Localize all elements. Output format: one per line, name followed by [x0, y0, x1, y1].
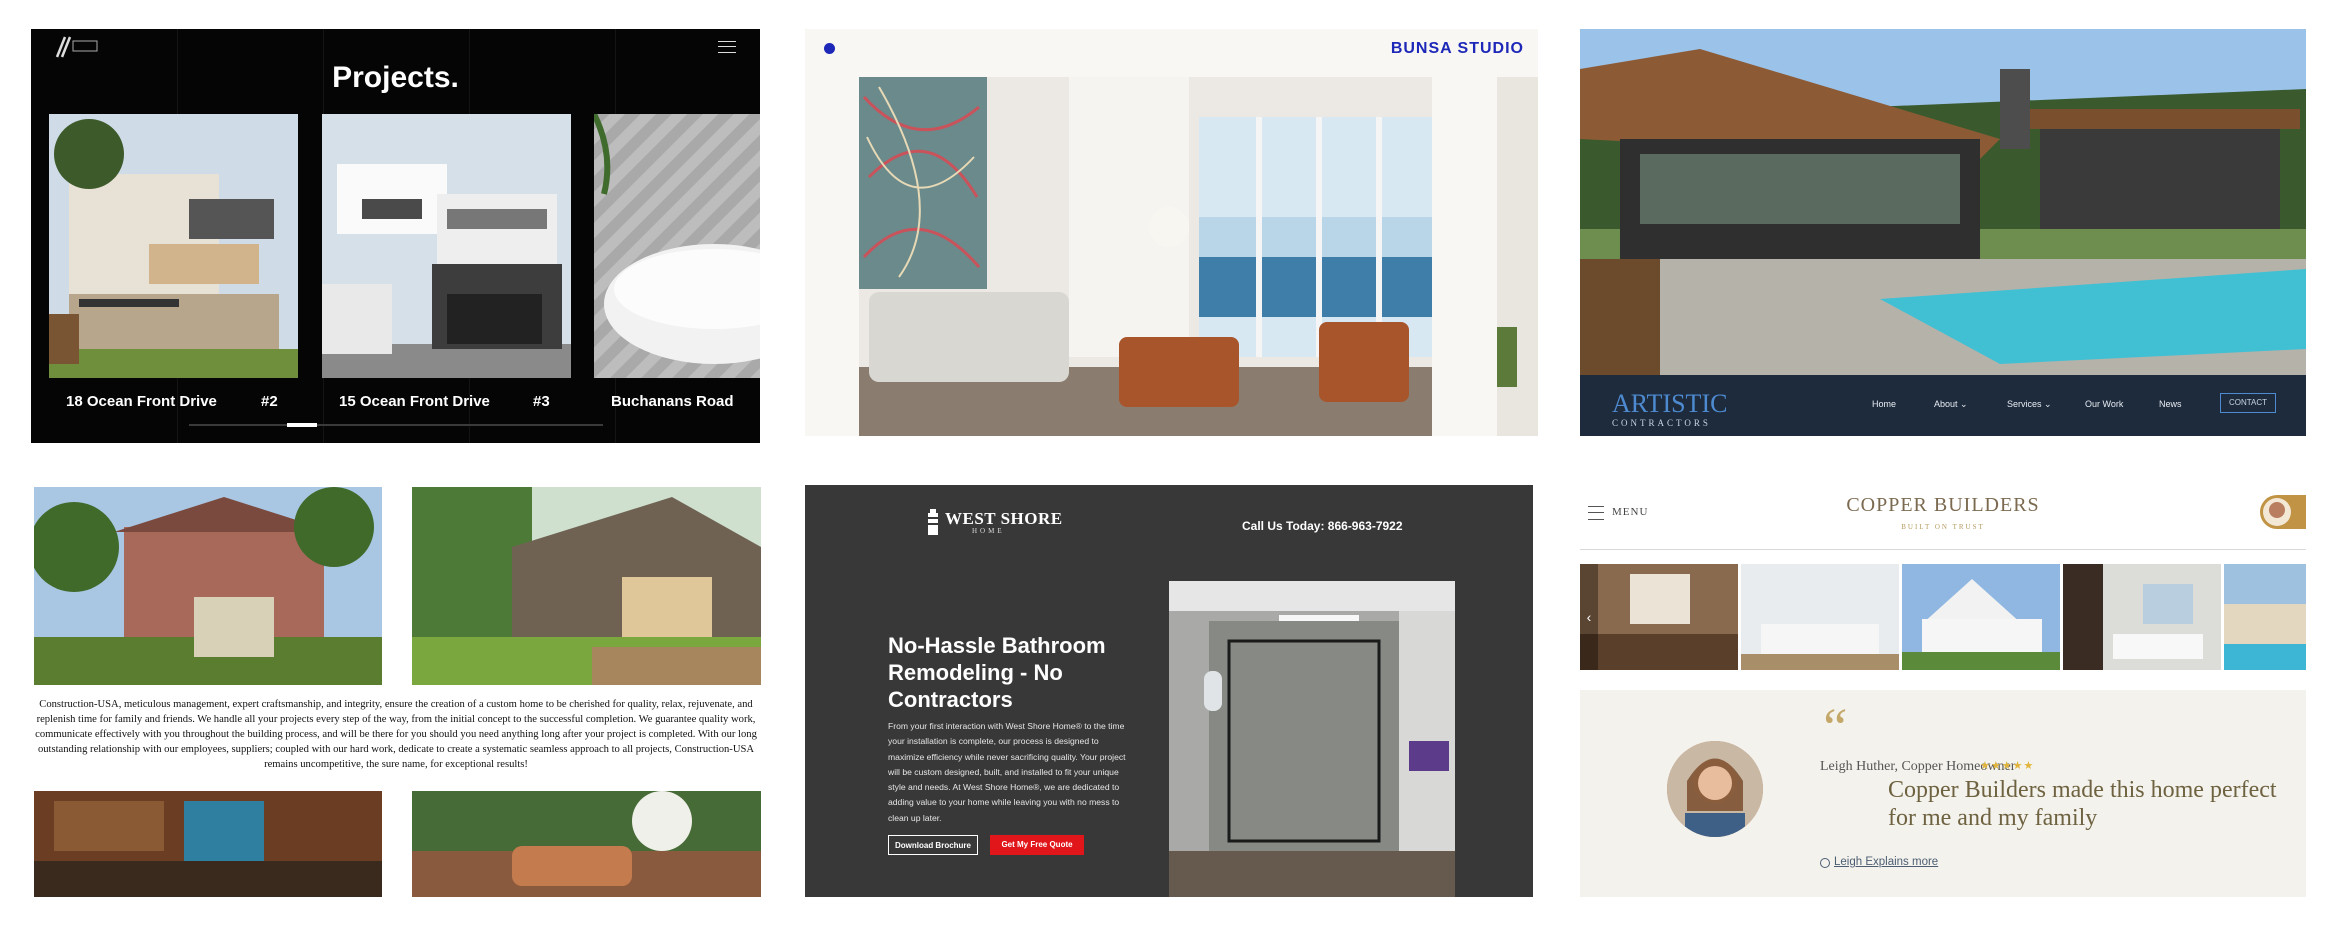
nav-home[interactable]: Home — [1872, 399, 1896, 409]
construction-panel: Construction-USA, meticulous management,… — [31, 487, 761, 897]
nav-services[interactable]: Services ⌄ — [2007, 399, 2052, 410]
shower-image — [1169, 581, 1455, 897]
quote-mark-icon: “ — [1818, 697, 1849, 757]
west-shore-logo-sub: HOME — [972, 527, 1005, 535]
gallery-image[interactable] — [2224, 564, 2306, 670]
intro-paragraph: Construction-USA, meticulous management,… — [35, 699, 757, 770]
project-card-image[interactable] — [594, 114, 760, 378]
nav-news[interactable]: News — [2159, 399, 2182, 409]
studio-panel: BUNSA STUDIO — [805, 29, 1538, 436]
project-card-image[interactable] — [322, 114, 571, 378]
projects-panel: Projects. 18 Ocean Front Drive #2 15 Oce… — [31, 29, 760, 443]
download-brochure-button[interactable]: Download Brochure — [888, 835, 978, 855]
project-number: #3 — [533, 393, 550, 410]
contractor-panel: ARTISTIC CONTRACTORS Home About ⌄ Servic… — [1580, 29, 2306, 436]
nav-our-work[interactable]: Our Work — [2085, 399, 2123, 409]
artistic-logo-sub: CONTRACTORS — [1612, 418, 1711, 428]
header-divider — [1580, 549, 2306, 550]
nav-about[interactable]: About ⌄ — [1934, 399, 1968, 410]
free-quote-button[interactable]: Get My Free Quote — [990, 835, 1084, 855]
artistic-logo[interactable]: ARTISTIC — [1612, 389, 1727, 419]
site-nav-bar: ARTISTIC CONTRACTORS Home About ⌄ Servic… — [1580, 375, 2306, 436]
villa-palm-image — [34, 487, 382, 685]
hero-headline: No-Hassle Bathroom Remodeling - No Contr… — [888, 633, 1106, 712]
garden-lounge-image — [412, 791, 761, 897]
gallery-image[interactable] — [1902, 564, 2060, 670]
project-caption[interactable]: 15 Ocean Front Drive — [339, 393, 490, 410]
stone-house-image — [412, 487, 761, 685]
avatar[interactable] — [2260, 495, 2306, 529]
rating-stars: ★★★★★ — [1980, 760, 2035, 772]
play-circle-icon[interactable] — [1820, 858, 1830, 868]
west-shore-panel: WEST SHORE HOME Call Us Today: 866-963-7… — [805, 485, 1533, 897]
west-shore-logo[interactable]: WEST SHORE — [945, 509, 1063, 529]
gallery-image[interactable] — [2063, 564, 2221, 670]
gallery-image[interactable] — [1580, 564, 1738, 670]
page-title: Projects. — [332, 61, 459, 94]
living-room-image — [859, 77, 1432, 436]
modern-house-hero-image — [1580, 29, 2306, 375]
copper-builders-panel: MENU COPPER BUILDERS BUILT ON TRUST ‹ “ — [1580, 484, 2306, 897]
hero-body: From your first interaction with West Sh… — [888, 721, 1126, 823]
carousel-scrollbar[interactable] — [189, 424, 603, 426]
menu-dot-icon[interactable] — [824, 43, 835, 54]
copper-builders-logo[interactable]: COPPER BUILDERS — [1580, 494, 2306, 517]
gallery-next-image[interactable] — [1497, 77, 1538, 436]
gallery-prev-arrow-icon[interactable]: ‹ — [1580, 564, 1598, 670]
lighthouse-icon — [928, 509, 938, 535]
jdg-logo-icon[interactable] — [55, 35, 99, 59]
project-number: #2 — [261, 393, 278, 410]
phone-cta[interactable]: Call Us Today: 866-963-7922 — [1242, 519, 1403, 533]
gallery-image[interactable] — [1741, 564, 1899, 670]
testimonial-quote: Copper Builders made this home perfect f… — [1888, 777, 2277, 831]
contact-button[interactable]: CONTACT — [2220, 393, 2276, 413]
project-card-image[interactable] — [49, 114, 298, 378]
kitchen-bar-image — [34, 791, 382, 897]
testimonial-avatar — [1667, 741, 1763, 837]
carousel-scrollbar-thumb[interactable] — [287, 423, 317, 427]
copper-builders-tagline: BUILT ON TRUST — [1901, 523, 1985, 531]
project-caption[interactable]: Buchanans Road — [611, 393, 734, 410]
testimonial-card: “ Leigh Huther, Copper Homeowner ★★★★★ C… — [1580, 690, 2306, 897]
hamburger-menu-icon[interactable] — [718, 41, 736, 53]
studio-brand[interactable]: BUNSA STUDIO — [1391, 40, 1524, 58]
explains-more-link[interactable]: Leigh Explains more — [1834, 856, 1938, 868]
project-caption[interactable]: 18 Ocean Front Drive — [66, 393, 217, 410]
